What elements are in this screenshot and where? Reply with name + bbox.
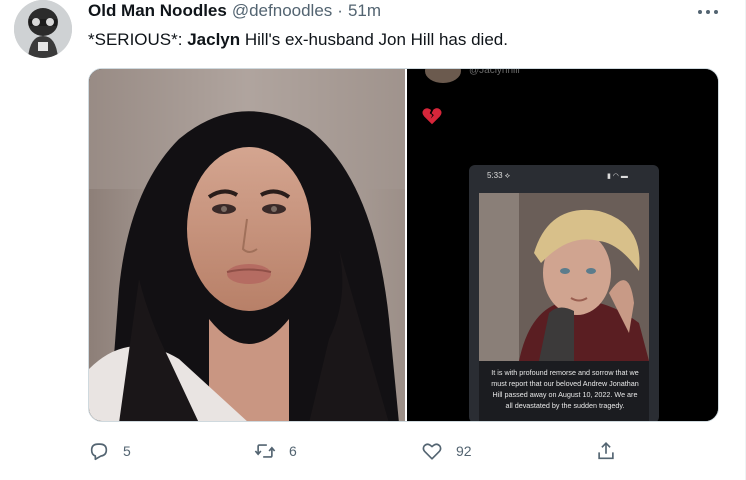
tweet-header: Old Man Noodles @defnoodles · 51m [88, 1, 381, 23]
memorial-card: It is with profound remorse and sorrow t… [479, 193, 649, 421]
reply-icon [90, 443, 108, 461]
memorial-caption: It is with profound remorse and sorrow t… [491, 368, 639, 410]
like-button[interactable]: 92 [421, 438, 472, 464]
text-bold: Jaclyn [187, 30, 241, 49]
share-button[interactable] [595, 438, 617, 464]
story-avatar [425, 69, 461, 83]
tweet-actions: 5 6 92 [88, 438, 728, 464]
reply-button[interactable]: 5 [88, 438, 131, 464]
memorial-portrait [479, 193, 649, 361]
text-suffix: Hill's ex-husband Jon Hill has died. [240, 30, 508, 49]
heart-icon [422, 443, 442, 460]
avatar[interactable] [14, 0, 72, 58]
tweet-text: *SERIOUS*: Jaclyn Hill's ex-husband Jon … [88, 30, 508, 50]
phone-time: 5:33 ⟡ [487, 171, 511, 180]
phone-screenshot: 5:33 ⟡ ▮ ◠ ▬ It is with profound remorse… [469, 165, 659, 421]
media-photo-left[interactable] [89, 69, 405, 421]
share-icon [598, 442, 614, 460]
separator: · [337, 1, 343, 20]
tweet-media[interactable]: @Jaclynhill 5:33 ⟡ ▮ ◠ ▬ It is with prof… [88, 68, 719, 422]
story-handle: @Jaclynhill [469, 68, 520, 76]
retweet-icon [254, 444, 276, 458]
portrait-image [89, 69, 405, 421]
author-name[interactable]: Old Man Noodles [88, 1, 227, 21]
reply-count: 5 [123, 443, 131, 459]
more-icon[interactable] [696, 6, 722, 18]
retweet-count: 6 [289, 443, 297, 459]
text-prefix: *SERIOUS*: [88, 30, 188, 49]
memorial-photo [479, 193, 649, 361]
author-handle[interactable]: @defnoodles [232, 1, 332, 21]
timestamp[interactable]: 51m [348, 1, 381, 21]
phone-status-icons: ▮ ◠ ▬ [607, 173, 628, 180]
media-photo-right[interactable]: @Jaclynhill 5:33 ⟡ ▮ ◠ ▬ It is with prof… [407, 68, 718, 421]
broken-heart-icon [422, 108, 442, 125]
retweet-button[interactable]: 6 [254, 438, 297, 464]
avatar-image [14, 0, 72, 58]
tweet[interactable]: Old Man Noodles @defnoodles · 51m *SERIO… [0, 0, 746, 480]
like-count: 92 [456, 443, 472, 459]
